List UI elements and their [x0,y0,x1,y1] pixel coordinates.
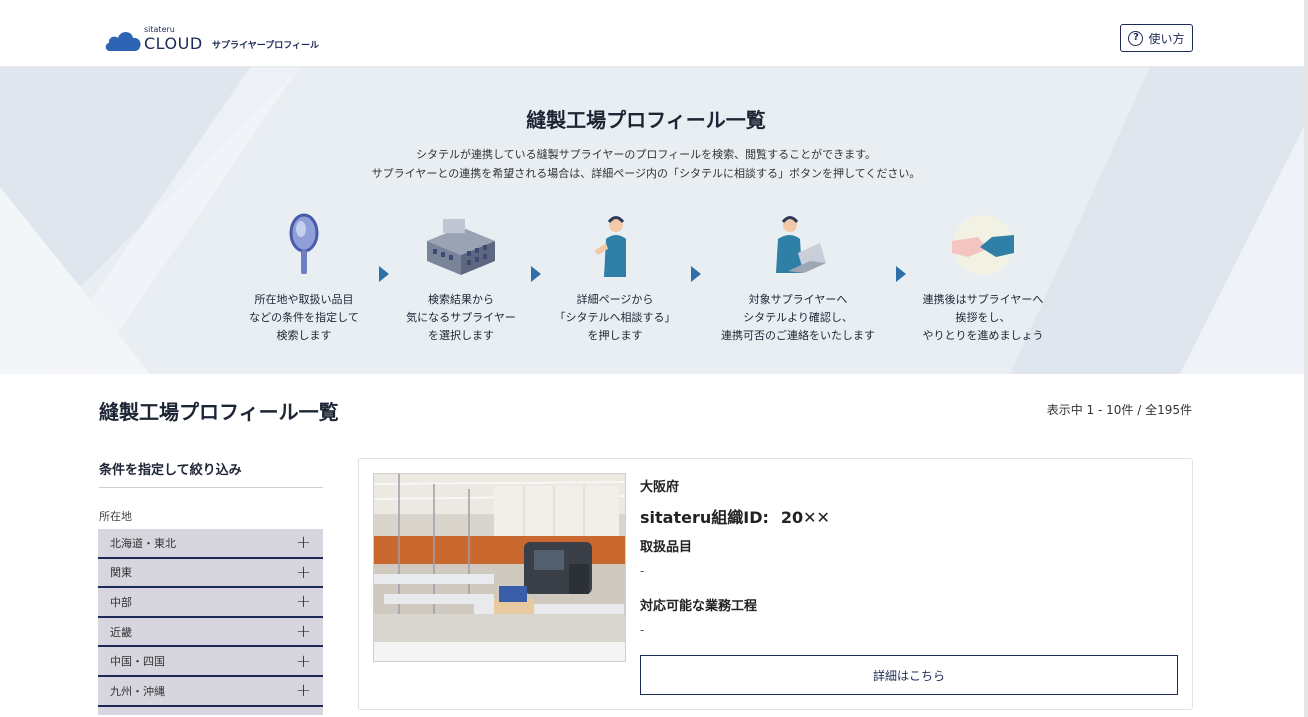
region-label: 中部 [110,595,132,609]
card-org-id: sitateru組織ID: 20✕✕ [640,504,830,528]
plus-icon: + [295,532,311,554]
step-1-text: 所在地や取扱い品目 などの条件を指定して 検索します [249,293,359,342]
help-button[interactable]: ? 使い方 [1120,24,1193,52]
plus-icon: + [295,621,311,643]
card-id-label: sitateru組織ID: [640,508,769,527]
hero-description: シタテルが連携している縫製サプライヤーのプロフィールを検索、閲覧することができま… [0,145,1292,183]
supplier-card[interactable]: 大阪府 sitateru組織ID: 20✕✕ 取扱品目 - 対応可能な業務工程 -… [358,458,1193,710]
factory-photo-illustration [374,474,625,661]
card-prefecture: 大阪府 [640,480,680,495]
site-header: sitateru CLOUD サプライヤープロフィール ? 使い方 [0,0,1304,67]
card-items-heading: 取扱品目 [640,540,693,555]
region-item-chugoku-shikoku[interactable]: 中国・四国 + [98,647,323,677]
detail-button[interactable]: 詳細はこちら [640,655,1178,695]
hero-title: 縫製工場プロフィール一覧 [526,108,766,132]
sewing-factory-photo[interactable] [373,473,626,662]
handshake-icon [952,215,1014,275]
page-title: 縫製工場プロフィール一覧 [99,400,339,424]
hero-desc-line1: シタテルが連携している縫製サプライヤーのプロフィールを検索、閲覧することができま… [415,148,877,161]
card-process-heading: 対応可能な業務工程 [640,599,758,614]
question-circle-icon: ? [1128,30,1144,46]
logo-small-text: sitateru [144,25,175,34]
region-item-hokkaido-tohoku[interactable]: 北海道・東北 + [98,529,323,559]
filter-title: 条件を指定して絞り込み [99,459,323,488]
step-2-text: 検索結果から 気になるサプライヤー を選択します [406,293,516,342]
help-button-label: 使い方 [1148,31,1185,46]
step-3-text: 詳細ページから 「シタテルへ相談する」 を押します [554,293,676,342]
card-process-value: - [640,623,645,637]
operator-person-icon [594,216,626,277]
step-arrow-icon [691,266,701,282]
location-label: 所在地 [99,510,132,523]
region-label: 九州・沖縄 [110,684,165,698]
factory-building-icon [427,219,495,275]
logo-big-text: CLOUD [144,34,203,53]
step-5-text: 連携後はサプライヤーへ 挨拶をし、 やりとりを進めましょう [922,293,1044,342]
step-3: 詳細ページから 「シタテルへ相談する」 を押します [535,207,695,345]
hero-section: 縫製工場プロフィール一覧 シタテルが連携している縫製サプライヤーのプロフィールを… [0,67,1304,374]
hero-desc-line2: サプライヤーとの連携を希望される場合は、詳細ページ内の「シタテルに相談する」ボタ… [371,167,921,180]
step-4: 対象サプライヤーへ シタテルより確認し、 連携可否のご連絡をいたします [718,207,878,345]
step-4-text: 対象サプライヤーへ シタテルより確認し、 連携可否のご連絡をいたします [721,293,875,342]
cloud-logo-icon [105,32,141,51]
card-id-value: 20✕✕ [780,508,830,527]
card-items-value: - [640,564,645,578]
region-item-chubu[interactable]: 中部 + [98,588,323,618]
plus-icon: + [295,680,311,702]
step-1: 所在地や取扱い品目 などの条件を指定して 検索します [224,207,384,345]
region-item-kinki[interactable]: 近畿 + [98,617,323,648]
region-label: 近畿 [110,625,132,639]
result-count: 表示中 1 - 10件 / 全195件 [1046,403,1192,417]
step-5: 連携後はサプライヤーへ 挨拶をし、 やりとりを進めましょう [903,207,1063,345]
region-list: 北海道・東北 + 関東 + 中部 + 近畿 + 中国・四国 + 九州・沖縄 + [98,529,323,715]
region-label: 北海道・東北 [110,536,176,550]
operator-laptop-icon [776,216,826,273]
logo-subtitle: サプライヤープロフィール [212,41,320,51]
page-scrollbar[interactable] [1304,0,1308,717]
magnifier-icon [289,213,319,274]
plus-icon: + [295,650,311,672]
step-2: 検索結果から 気になるサプライヤー を選択します [381,207,541,345]
region-label: 関東 [110,566,132,580]
region-label: 中国・四国 [110,655,165,669]
region-item-kyushu-okinawa[interactable]: 九州・沖縄 + [98,676,323,707]
region-item-kanto[interactable]: 関東 + [98,558,323,589]
region-item-partial[interactable] [98,706,323,715]
plus-icon: + [295,591,311,613]
plus-icon: + [295,561,311,583]
